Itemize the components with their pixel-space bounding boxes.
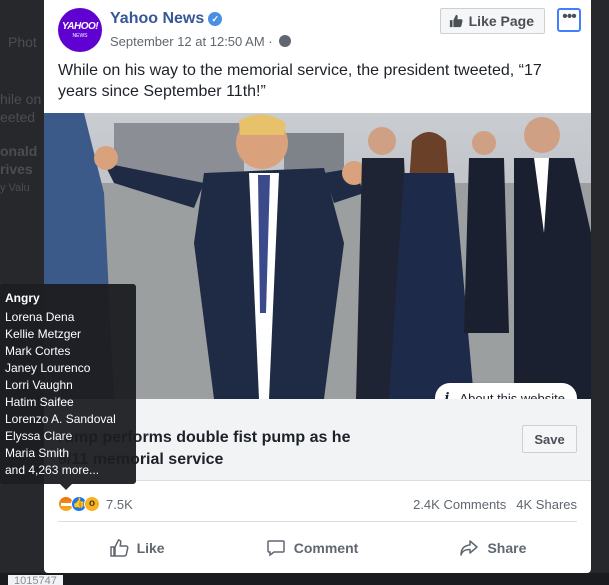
bg-snippet: y Valu [0, 182, 30, 194]
tooltip-name: Janey Lourenco [5, 361, 91, 375]
action-bar: Like Comment Share [58, 530, 577, 566]
reaction-summary[interactable]: ▬ 👍 o 7.5K [58, 496, 133, 512]
share-label: Share [487, 540, 527, 556]
tooltip-name: Elyssa Clare [5, 429, 73, 443]
thumbs-up-icon [449, 14, 463, 28]
separator-dot: · [268, 34, 277, 49]
comment-button[interactable]: Comment [266, 530, 359, 566]
globe-icon[interactable] [279, 35, 292, 47]
save-button[interactable]: Save [522, 425, 577, 453]
like-button[interactable]: Like [109, 530, 165, 566]
stats-right: 2.4K Comments 4K Shares [413, 497, 577, 512]
tooltip-heading: Angry [5, 291, 40, 305]
comment-icon [267, 540, 285, 557]
tooltip-caret [60, 484, 72, 490]
like-page-button[interactable]: Like Page [439, 8, 545, 34]
bg-snippet: Phot [8, 34, 37, 50]
verified-badge-icon: ✓ [208, 12, 223, 26]
bg-snippet: rives [0, 161, 33, 177]
info-icon: i [444, 390, 450, 400]
post-timestamp[interactable]: September 12 at 12:50 AM [110, 34, 265, 49]
bg-snippet: eeted [0, 109, 36, 125]
comment-label: Comment [293, 540, 359, 556]
bg-snippet: hile on [0, 91, 42, 107]
tooltip-name: Lorri Vaughn [5, 378, 73, 392]
tooltip-name: Hatim Saifee [5, 395, 74, 409]
like-label: Like [136, 540, 165, 556]
like-page-label: Like Page [468, 13, 534, 29]
tooltip-name: Lorenzo A. Sandoval [5, 412, 116, 426]
post-text: While on his way to the memorial service… [58, 62, 542, 100]
shares-count[interactable]: 4K Shares [516, 497, 577, 512]
post-stats: ▬ 👍 o 7.5K 2.4K Comments 4K Shares [58, 492, 577, 516]
divider [58, 521, 577, 522]
reaction-count[interactable]: 7.5K [106, 497, 133, 512]
tooltip-name: Maria Smith [5, 446, 70, 460]
tooltip-more: and 4,263 more... [5, 463, 100, 477]
about-website-label: About this website [459, 390, 565, 400]
page-name-link[interactable]: Yahoo News ✓ [110, 10, 223, 28]
bg-snippet: onald [0, 143, 38, 159]
tooltip-name: Mark Cortes [5, 344, 71, 358]
avatar-sub: NEWS [72, 33, 88, 39]
comments-count[interactable]: 2.4K Comments [413, 497, 506, 512]
more-options-button[interactable]: ••• [557, 8, 581, 32]
tooltip-name: Kellie Metzger [5, 327, 82, 341]
bg-footer-text: 1015747 [8, 575, 63, 585]
ellipsis-icon: ••• [562, 8, 577, 25]
reaction-tooltip: Angry Lorena Dena Kellie Metzger Mark Co… [0, 284, 136, 490]
thumbs-up-icon [109, 539, 129, 557]
page-avatar[interactable]: YAHOO! NEWS [58, 8, 102, 52]
wow-reaction-icon[interactable]: o [84, 496, 100, 512]
tooltip-name: Lorena Dena [5, 310, 75, 324]
about-website-button[interactable]: i About this website [434, 383, 577, 400]
post-header: YAHOO! NEWS Yahoo News ✓ September 12 at … [58, 8, 581, 52]
share-button[interactable]: Share [459, 530, 526, 566]
share-icon [460, 540, 479, 556]
bg-bottom-strip [0, 573, 609, 585]
page-name[interactable]: Yahoo News [110, 10, 204, 27]
post-meta: September 12 at 12:50 AM · [110, 34, 292, 49]
avatar-logo: YAHOO! [61, 21, 99, 32]
